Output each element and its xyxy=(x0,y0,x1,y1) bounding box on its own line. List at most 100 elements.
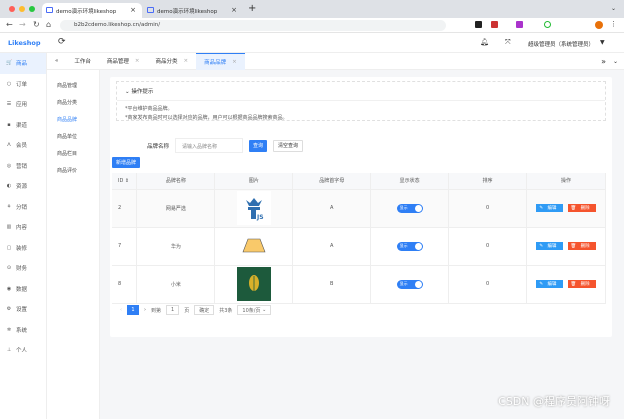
sidebar-icon: ▢ xyxy=(6,244,12,251)
close-icon[interactable]: × xyxy=(135,58,140,64)
sidebar-item[interactable]: ▪ 渠道 xyxy=(0,115,46,136)
cell-sort: 0 xyxy=(448,189,527,228)
watermark: CSDN @程序员阿钟呀 xyxy=(498,395,610,408)
sidebar-item[interactable]: ○ 订单 xyxy=(0,74,46,95)
status-label: 显示 xyxy=(399,281,408,286)
page-tabs: « 工作台 商品管理 × 商品分类 × 商品品牌 × » ⌄ xyxy=(47,52,624,70)
sidebar-item[interactable]: ꓥ 会员 xyxy=(0,135,46,156)
submenu-item[interactable]: 商品栏目 xyxy=(47,145,99,162)
header-label: 排序 xyxy=(482,178,493,185)
cell-id: 7 xyxy=(112,227,138,266)
home-icon[interactable]: ⌂ xyxy=(46,20,51,29)
edit-button[interactable]: ✎ 编辑 xyxy=(536,204,563,212)
sidebar-item[interactable]: ◐ 资源 xyxy=(0,176,46,197)
submenu-item[interactable]: 商品分类 xyxy=(47,94,99,111)
add-brand-button[interactable]: 新增品牌 xyxy=(112,157,141,168)
sidebar-item[interactable]: ◉ 数据 xyxy=(0,279,46,300)
reload-icon[interactable]: ↻ xyxy=(33,20,40,29)
user-menu-caret-icon[interactable]: ▼ xyxy=(600,39,605,46)
tab-list-chevron-icon[interactable]: ⌄ xyxy=(611,5,616,12)
sidebar-icon: ◉ xyxy=(6,285,12,292)
query-button[interactable]: 查询 xyxy=(249,139,268,152)
browser-tab[interactable]: demo演示环境likeshop × xyxy=(143,3,243,18)
reset-button[interactable]: 清空查询 xyxy=(273,139,304,152)
column-header[interactable]: ID ⇕ xyxy=(112,173,138,190)
page-unit-label: 页 xyxy=(184,307,190,314)
submenu-item[interactable]: 商品管理 xyxy=(47,77,99,94)
tip-line: *商家发布商品时可以选择对应的品牌，用户可以根据商品品牌搜索商品。 xyxy=(125,115,288,121)
user-menu[interactable]: 超级管理员（系统管理员） xyxy=(528,40,594,48)
scroll-tabs-icon[interactable]: » xyxy=(601,57,606,66)
close-window-button[interactable] xyxy=(9,6,15,12)
sidebar-item[interactable]: ⚙ 设置 xyxy=(0,299,46,320)
bell-icon[interactable]: 🔔︎ xyxy=(480,38,489,46)
submenu-item[interactable]: 商品评价 xyxy=(47,162,99,179)
page-size-select[interactable]: 10条/页 ⌄ xyxy=(237,305,272,315)
new-tab-button[interactable]: + xyxy=(248,3,256,14)
profile-avatar[interactable] xyxy=(595,21,603,29)
status-toggle[interactable]: 显示 xyxy=(396,241,423,251)
status-toggle[interactable]: 显示 xyxy=(396,203,423,213)
close-tab-icon[interactable]: × xyxy=(231,6,237,14)
sidebar-item[interactable]: ⚘ 分销 xyxy=(0,197,46,218)
delete-button[interactable]: 🗑︎ 删除 xyxy=(567,242,596,250)
sidebar-item-label: 应用 xyxy=(16,102,28,109)
prev-page-icon[interactable]: ‹ xyxy=(120,307,122,313)
cell-letter: B xyxy=(292,265,372,304)
cell-image: JS xyxy=(214,189,294,228)
menu-icon[interactable]: ⋮ xyxy=(610,20,617,28)
delete-button[interactable]: 🗑︎ 删除 xyxy=(567,280,596,288)
sidebar-item[interactable]: ◎ 营销 xyxy=(0,156,46,177)
sidebar-item[interactable]: ▥ 内容 xyxy=(0,217,46,238)
sidebar-item[interactable]: ▢ 装修 xyxy=(0,238,46,259)
url-input[interactable]: b2b2cdemo.likeshop.cn/admin/ xyxy=(60,20,446,31)
sidebar-item[interactable]: ☰ 应用 xyxy=(0,94,46,115)
sidebar-item-label: 个人 xyxy=(16,348,28,355)
sidebar-item-label: 分销 xyxy=(16,204,28,211)
sidebar-icon: ꓥ xyxy=(7,142,11,149)
close-icon[interactable]: × xyxy=(184,58,189,64)
status-toggle[interactable]: 显示 xyxy=(396,279,423,289)
edit-button[interactable]: ✎ 编辑 xyxy=(536,242,563,250)
sort-icon[interactable]: ⇕ xyxy=(125,178,129,184)
header-label: 图片 xyxy=(248,178,259,185)
collapse-icon[interactable]: « xyxy=(47,53,66,70)
tab-workbench[interactable]: 工作台 xyxy=(66,53,99,70)
sidebar-item[interactable]: ✲ 系统 xyxy=(0,320,46,341)
submenu-item[interactable]: 商品单位 xyxy=(47,128,99,145)
page-input[interactable]: 1 xyxy=(166,305,180,315)
tabs-menu-chevron-icon[interactable]: ⌄ xyxy=(613,58,618,65)
fullscreen-icon[interactable]: ⤧ xyxy=(505,38,511,47)
refresh-icon[interactable]: ⟳ xyxy=(58,37,66,47)
page-button[interactable]: 1 xyxy=(127,305,139,315)
minimize-window-button[interactable] xyxy=(19,6,25,12)
sidebar-item[interactable]: ⊥ 个人 xyxy=(0,340,46,361)
delete-button[interactable]: 🗑︎ 删除 xyxy=(567,204,596,212)
extension-icon[interactable] xyxy=(516,21,523,28)
close-icon[interactable]: × xyxy=(232,59,237,65)
sidebar-item-label: 设置 xyxy=(16,307,28,314)
tips-toggle[interactable]: ⌄ 操作提示 xyxy=(117,82,605,101)
edit-button[interactable]: ✎ 编辑 xyxy=(536,280,563,288)
sidebar-item[interactable]: 🛒 商品 xyxy=(0,53,46,74)
tab-goods-category[interactable]: 商品分类 × xyxy=(148,53,197,70)
tab-label: 商品品牌 xyxy=(204,59,227,66)
close-tab-icon[interactable]: × xyxy=(130,6,136,14)
submenu-item[interactable]: 商品品牌 xyxy=(47,111,99,128)
browser-tab[interactable]: demo演示环境likeshop × xyxy=(42,3,142,18)
column-header: 排序 xyxy=(448,173,527,190)
brand-name-input[interactable]: 请输入品牌名称 xyxy=(175,138,244,153)
next-page-icon[interactable]: › xyxy=(144,307,146,313)
maximize-window-button[interactable] xyxy=(29,6,35,12)
sidebar-item[interactable]: ⊙ 财务 xyxy=(0,258,46,279)
tab-goods-manage[interactable]: 商品管理 × xyxy=(99,53,148,70)
confirm-button[interactable]: 确定 xyxy=(194,305,215,315)
tab-goods-brand[interactable]: 商品品牌 × xyxy=(196,52,245,70)
extension-icon[interactable] xyxy=(544,21,551,28)
favicon-icon xyxy=(46,7,53,13)
extension-icon[interactable] xyxy=(475,21,482,28)
extension-icon[interactable] xyxy=(491,21,498,28)
back-icon[interactable]: ← xyxy=(6,20,13,29)
cell-status: 显示 xyxy=(370,265,450,304)
forward-icon[interactable]: → xyxy=(19,20,26,29)
